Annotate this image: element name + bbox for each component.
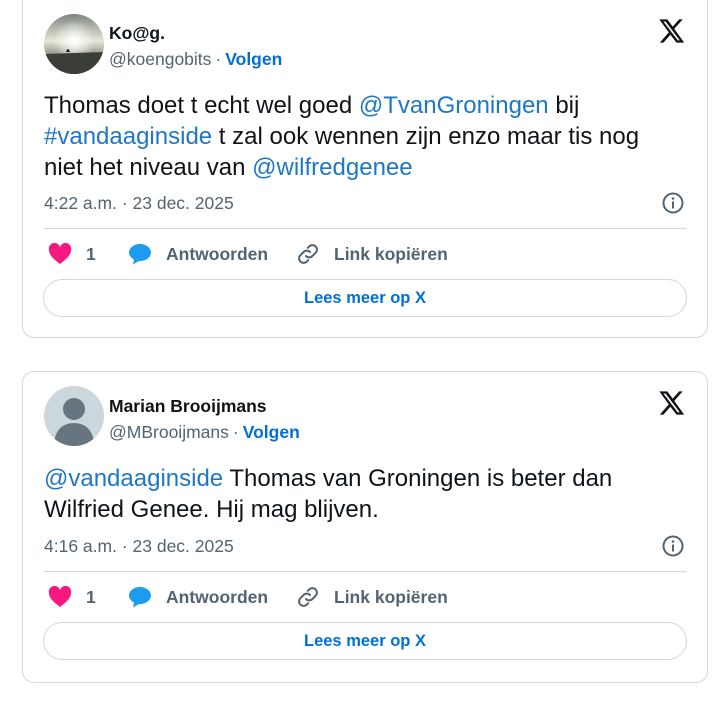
copy-link-button[interactable]: Link kopiëren bbox=[296, 580, 448, 614]
landscape-photo-avatar-icon bbox=[44, 14, 104, 74]
author-handle[interactable]: @MBrooijmans bbox=[109, 422, 229, 442]
x-logo-icon[interactable] bbox=[657, 17, 685, 45]
tweet-timestamp[interactable]: 4:16 a.m. · 23 dec. 2025 bbox=[44, 536, 234, 557]
hashtag-link[interactable]: #vandaaginside bbox=[44, 123, 212, 150]
handle-row: @koengobits · Volgen bbox=[109, 49, 282, 70]
action-bar: 1 Antwoorden Link kopiëren bbox=[44, 580, 686, 614]
copy-link-label: Link kopiëren bbox=[334, 243, 448, 264]
like-button[interactable]: 1 bbox=[48, 580, 96, 614]
read-more-button[interactable]: Lees meer op X bbox=[43, 279, 687, 317]
reply-bubble-icon bbox=[129, 587, 151, 608]
heart-icon bbox=[48, 243, 72, 264]
divider bbox=[44, 571, 686, 572]
reply-bubble-icon bbox=[129, 244, 151, 265]
like-button[interactable]: 1 bbox=[48, 237, 96, 271]
like-count: 1 bbox=[86, 243, 96, 264]
read-more-button[interactable]: Lees meer op X bbox=[43, 622, 687, 660]
reply-label: Antwoorden bbox=[166, 243, 269, 264]
tweet-text: Thomas doet t echt wel goed @TvanGroning… bbox=[44, 90, 684, 183]
mention-link[interactable]: @vandaaginside bbox=[44, 465, 223, 492]
separator-dot: · bbox=[232, 422, 239, 442]
info-icon[interactable] bbox=[661, 534, 685, 558]
tweet-text: @vandaaginside Thomas van Groningen is b… bbox=[44, 463, 684, 525]
author-name[interactable]: Ko@g. bbox=[109, 23, 165, 44]
heart-icon bbox=[48, 586, 72, 607]
link-icon bbox=[298, 587, 318, 607]
copy-link-button[interactable]: Link kopiëren bbox=[296, 237, 448, 271]
mention-link[interactable]: @wilfredgenee bbox=[252, 154, 412, 181]
tweet-card-koengobits: Ko@g. @koengobits · Volgen Thomas doet t e… bbox=[22, 0, 708, 338]
handle-row: @MBrooijmans · Volgen bbox=[109, 422, 300, 443]
copy-link-label: Link kopiëren bbox=[334, 586, 448, 607]
default-user-avatar-icon bbox=[44, 386, 104, 446]
divider bbox=[44, 228, 686, 229]
tweet-card-mbrooijmans: Marian Brooijmans @MBrooijmans · Volgen @v… bbox=[22, 371, 708, 683]
reply-label: Antwoorden bbox=[166, 586, 269, 607]
follow-button[interactable]: Volgen bbox=[243, 422, 300, 442]
action-bar: 1 Antwoorden Link kopiëren bbox=[44, 237, 686, 271]
separator-dot: · bbox=[215, 49, 222, 69]
tweet-text-segment: Thomas doet t echt wel goed bbox=[44, 92, 359, 119]
tweet-text-segment: bij bbox=[548, 92, 580, 119]
avatar[interactable] bbox=[44, 386, 104, 446]
like-count: 1 bbox=[86, 586, 96, 607]
reply-button[interactable]: Antwoorden bbox=[128, 237, 268, 271]
mention-link[interactable]: @TvanGroningen bbox=[359, 92, 549, 119]
tweet-timestamp[interactable]: 4:22 a.m. · 23 dec. 2025 bbox=[44, 193, 234, 214]
follow-button[interactable]: Volgen bbox=[225, 49, 282, 69]
x-logo-icon[interactable] bbox=[657, 389, 685, 417]
author-name[interactable]: Marian Brooijmans bbox=[109, 396, 267, 417]
info-icon[interactable] bbox=[661, 191, 685, 215]
author-handle[interactable]: @koengobits bbox=[109, 49, 211, 69]
link-icon bbox=[298, 244, 318, 264]
reply-button[interactable]: Antwoorden bbox=[128, 580, 268, 614]
avatar[interactable] bbox=[44, 14, 104, 74]
